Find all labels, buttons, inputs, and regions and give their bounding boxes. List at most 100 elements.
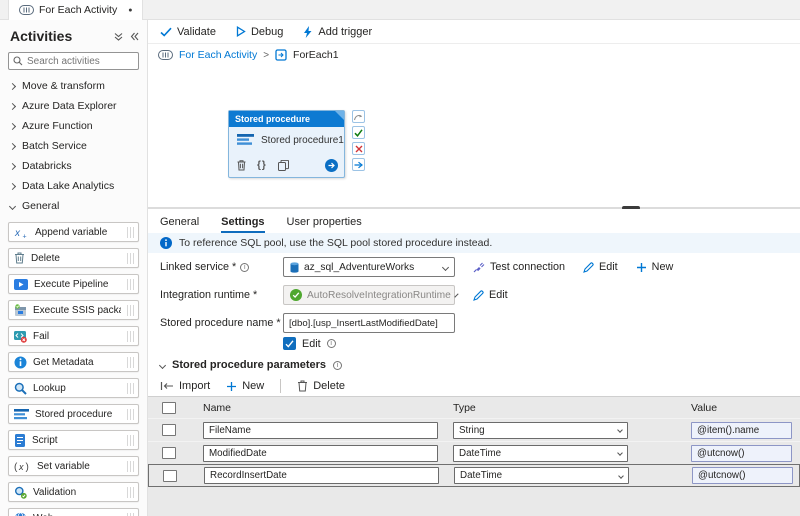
activity-validation[interactable]: Validation (8, 482, 139, 502)
svg-text:(: ( (14, 462, 18, 472)
category-move-transform[interactable]: Move & transform (0, 76, 147, 96)
edit-checkbox-row: Edit i (283, 337, 336, 350)
success-port-icon[interactable] (352, 126, 365, 139)
tab-for-each-activity[interactable]: For Each Activity ● (8, 0, 143, 20)
category-general[interactable]: General (0, 196, 147, 216)
parameter-value-input[interactable] (691, 445, 792, 462)
parameter-name-input[interactable] (203, 445, 438, 462)
drag-grip-icon (127, 383, 134, 394)
linked-service-dropdown[interactable]: az_sql_AdventureWorks (283, 257, 455, 277)
activity-get-metadata[interactable]: Get Metadata (8, 352, 139, 372)
parameter-name-input[interactable] (203, 422, 438, 439)
green-check-circle-icon (290, 289, 302, 301)
activity-lookup[interactable]: Lookup (8, 378, 139, 398)
activity-execute-ssis-package[interactable]: Execute SSIS package (8, 300, 139, 320)
parameter-type-dropdown[interactable]: DateTime (453, 445, 628, 462)
chevron-down-icon (159, 361, 166, 368)
category-data-lake-analytics[interactable]: Data Lake Analytics (0, 176, 147, 196)
delete-parameter-button[interactable]: Delete (297, 380, 345, 392)
row-checkbox[interactable] (163, 470, 177, 482)
debug-button[interactable]: Debug (236, 26, 283, 38)
drag-grip-icon (127, 409, 134, 420)
activity-web[interactable]: Web (8, 508, 139, 516)
new-parameter-button[interactable]: New (226, 380, 264, 392)
info-icon: i (240, 263, 249, 272)
pencil-icon (473, 290, 484, 301)
edit-linked-service-button[interactable]: Edit (583, 261, 618, 273)
svg-text:+: + (23, 233, 27, 239)
linked-service-row: Linked service *i az_sql_AdventureWorks … (160, 257, 673, 277)
collapse-panel-icon[interactable] (130, 32, 139, 41)
parameter-name-input[interactable] (204, 467, 439, 484)
collapse-all-icon[interactable] (114, 32, 123, 41)
integration-runtime-dropdown[interactable]: AutoResolveIntegrationRuntime (283, 285, 455, 305)
row-checkbox[interactable] (162, 424, 176, 436)
activity-execute-pipeline[interactable]: Execute Pipeline (8, 274, 139, 294)
activity-delete[interactable]: Delete (8, 248, 139, 268)
parameters-toolbar: Import New Delete (160, 379, 345, 393)
import-icon (160, 381, 174, 391)
breadcrumb-pipeline-link[interactable]: For Each Activity (179, 49, 257, 61)
failure-port-icon[interactable] (352, 142, 365, 155)
activity-card-header: Stored procedure (229, 111, 344, 127)
category-batch-service[interactable]: Batch Service (0, 136, 147, 156)
search-activities-input[interactable] (27, 56, 132, 67)
trash-icon (297, 380, 308, 392)
tab-user-properties[interactable]: User properties (287, 216, 362, 233)
search-activities-box[interactable] (8, 52, 139, 70)
activity-append-variable[interactable]: x+ Append variable (8, 222, 139, 242)
clone-activity-icon[interactable] (278, 160, 289, 171)
delete-activity-icon[interactable] (237, 160, 246, 171)
tab-settings[interactable]: Settings (221, 216, 264, 233)
parameter-value-input[interactable] (691, 422, 792, 439)
skip-port-icon[interactable] (352, 110, 365, 123)
parameter-row-selected: DateTime (148, 464, 800, 487)
drag-grip-icon (127, 357, 134, 368)
add-trigger-button[interactable]: Add trigger (303, 26, 372, 38)
select-all-checkbox[interactable] (162, 402, 176, 414)
activity-set-variable[interactable]: (x) Set variable (8, 456, 139, 476)
category-azure-data-explorer[interactable]: Azure Data Explorer (0, 96, 147, 116)
category-azure-function[interactable]: Azure Function (0, 116, 147, 136)
chevron-down-icon (9, 202, 16, 209)
info-icon: i (327, 339, 336, 348)
activity-stored-procedure[interactable]: Stored procedure (8, 404, 139, 424)
parameter-value-input[interactable] (692, 467, 793, 484)
search-icon (13, 56, 23, 66)
integration-runtime-row: Integration runtime * AutoResolveIntegra… (160, 285, 508, 305)
settings-tab-bar: General Settings User properties (148, 209, 800, 233)
import-parameters-button[interactable]: Import (160, 380, 210, 392)
column-header-type: Type (453, 402, 628, 414)
tab-general[interactable]: General (160, 216, 199, 233)
edit-integration-runtime-button[interactable]: Edit (473, 289, 508, 301)
stored-procedure-parameters-header[interactable]: Stored procedure parameters i (160, 359, 342, 371)
pipeline-canvas[interactable]: Stored procedure Stored procedure1 {} (148, 86, 800, 207)
test-connection-icon (473, 261, 485, 273)
drag-grip-icon (127, 435, 134, 446)
parameter-type-dropdown[interactable]: DateTime (454, 467, 629, 484)
activity-name: Stored procedure1 (261, 135, 344, 146)
edit-checkbox[interactable] (283, 337, 296, 350)
validate-button[interactable]: Validate (160, 26, 216, 38)
toolbar-divider (280, 379, 281, 393)
activity-fail[interactable]: Fail (8, 326, 139, 346)
script-icon (14, 434, 26, 447)
stored-procedure-name-input[interactable] (283, 313, 455, 333)
stored-procedure-activity-card[interactable]: Stored procedure Stored procedure1 {} (228, 110, 345, 178)
add-next-activity-icon[interactable] (325, 159, 338, 172)
parameters-table: Name Type Value String DateTime DateTime (148, 396, 800, 516)
edit-checkbox-label: Edit (302, 338, 321, 350)
code-braces-icon[interactable]: {} (257, 160, 267, 171)
drag-grip-icon (127, 305, 134, 316)
drag-grip-icon (127, 331, 134, 342)
activity-script[interactable]: Script (8, 430, 139, 450)
completion-port-icon[interactable] (352, 158, 365, 171)
category-databricks[interactable]: Databricks (0, 156, 147, 176)
breadcrumb: For Each Activity > ForEach1 (148, 44, 800, 66)
parameter-row: DateTime (148, 441, 800, 464)
test-connection-button[interactable]: Test connection (473, 261, 565, 273)
row-checkbox[interactable] (162, 447, 176, 459)
parameter-type-dropdown[interactable]: String (453, 422, 628, 439)
new-linked-service-button[interactable]: New (636, 261, 674, 273)
lookup-icon (14, 382, 27, 395)
